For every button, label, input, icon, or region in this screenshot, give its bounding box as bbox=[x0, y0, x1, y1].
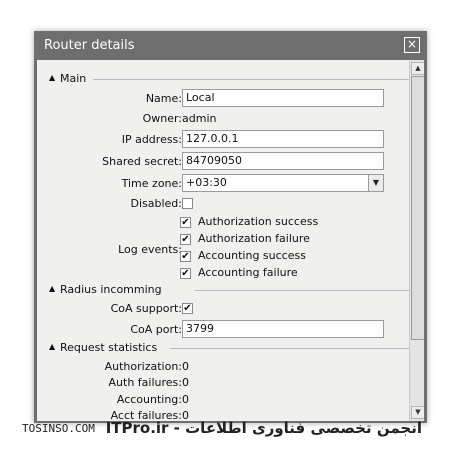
section-main-label: Main bbox=[60, 72, 87, 85]
scroll-down-arrow-icon[interactable]: ▼ bbox=[411, 406, 424, 419]
section-main-header[interactable]: ▲ Main bbox=[45, 72, 410, 86]
name-input[interactable]: Local bbox=[182, 89, 384, 107]
ip-address-label: IP address: bbox=[121, 133, 182, 146]
dropdown-arrow-icon[interactable]: ▼ bbox=[368, 175, 383, 191]
dialog-titlebar[interactable]: Router details × bbox=[34, 31, 427, 60]
time-zone-select[interactable]: +03:30 ▼ bbox=[182, 174, 384, 192]
log-authorization-failure-checkbox[interactable]: ✔ bbox=[180, 234, 191, 245]
collapse-triangle-icon[interactable]: ▲ bbox=[49, 284, 55, 293]
log-authorization-failure-label: Authorization failure bbox=[198, 232, 310, 245]
disabled-checkbox[interactable] bbox=[182, 198, 193, 209]
log-accounting-failure-checkbox[interactable]: ✔ bbox=[180, 268, 191, 279]
stat-value: 0 bbox=[182, 393, 189, 406]
ip-address-input[interactable]: 127.0.0.1 bbox=[182, 130, 384, 148]
coa-support-label: CoA support: bbox=[110, 302, 182, 315]
stat-label: Auth failures: bbox=[108, 376, 182, 389]
section-stats-header[interactable]: ▲ Request statistics bbox=[45, 341, 410, 355]
close-icon[interactable]: × bbox=[404, 37, 420, 53]
shared-secret-label: Shared secret: bbox=[102, 155, 182, 168]
scroll-thumb[interactable] bbox=[411, 76, 424, 340]
coa-port-label: CoA port: bbox=[130, 323, 182, 336]
name-label: Name: bbox=[145, 92, 182, 105]
stat-value: 0 bbox=[182, 376, 189, 389]
log-accounting-success-checkbox[interactable]: ✔ bbox=[180, 251, 191, 262]
shared-secret-input[interactable]: 84709050 bbox=[182, 152, 384, 170]
section-radius-header[interactable]: ▲ Radius incomming bbox=[45, 283, 410, 297]
owner-value: admin bbox=[182, 112, 217, 125]
section-stats-label: Request statistics bbox=[60, 341, 158, 354]
stat-value: 0 bbox=[182, 360, 189, 373]
watermark-right: ITPro.ir - انجمن تخصصی فناوری اطلاعات bbox=[105, 419, 422, 437]
coa-support-checkbox[interactable]: ✔ bbox=[182, 303, 193, 314]
section-divider bbox=[195, 290, 410, 291]
section-radius-label: Radius incomming bbox=[60, 283, 162, 296]
time-zone-value: +03:30 bbox=[186, 176, 227, 189]
log-authorization-success-checkbox[interactable]: ✔ bbox=[180, 217, 191, 228]
log-events-label: Log events: bbox=[118, 243, 182, 256]
scroll-up-arrow-icon[interactable]: ▲ bbox=[411, 62, 424, 75]
collapse-triangle-icon[interactable]: ▲ bbox=[49, 342, 55, 351]
router-details-dialog: Router details × ▲ Main Name: Local Owne… bbox=[34, 31, 427, 423]
owner-label: Owner: bbox=[142, 112, 182, 125]
dialog-content: ▲ Main Name: Local Owner: admin IP addre… bbox=[37, 60, 424, 421]
coa-port-input[interactable]: 3799 bbox=[182, 320, 384, 338]
dialog-title: Router details bbox=[44, 38, 135, 53]
disabled-label: Disabled: bbox=[130, 197, 183, 210]
section-divider bbox=[170, 348, 410, 349]
log-accounting-failure-label: Accounting failure bbox=[198, 266, 298, 279]
stat-label: Authorization: bbox=[104, 360, 182, 373]
time-zone-label: Time zone: bbox=[121, 177, 182, 190]
log-authorization-success-label: Authorization success bbox=[198, 215, 319, 228]
section-divider bbox=[93, 79, 410, 80]
log-accounting-success-label: Accounting success bbox=[198, 249, 306, 262]
collapse-triangle-icon[interactable]: ▲ bbox=[49, 73, 55, 82]
stat-label: Accounting: bbox=[116, 393, 182, 406]
watermark-left: TOSINSO.COM bbox=[22, 422, 95, 435]
vertical-scrollbar[interactable]: ▲ ▼ bbox=[409, 60, 424, 421]
